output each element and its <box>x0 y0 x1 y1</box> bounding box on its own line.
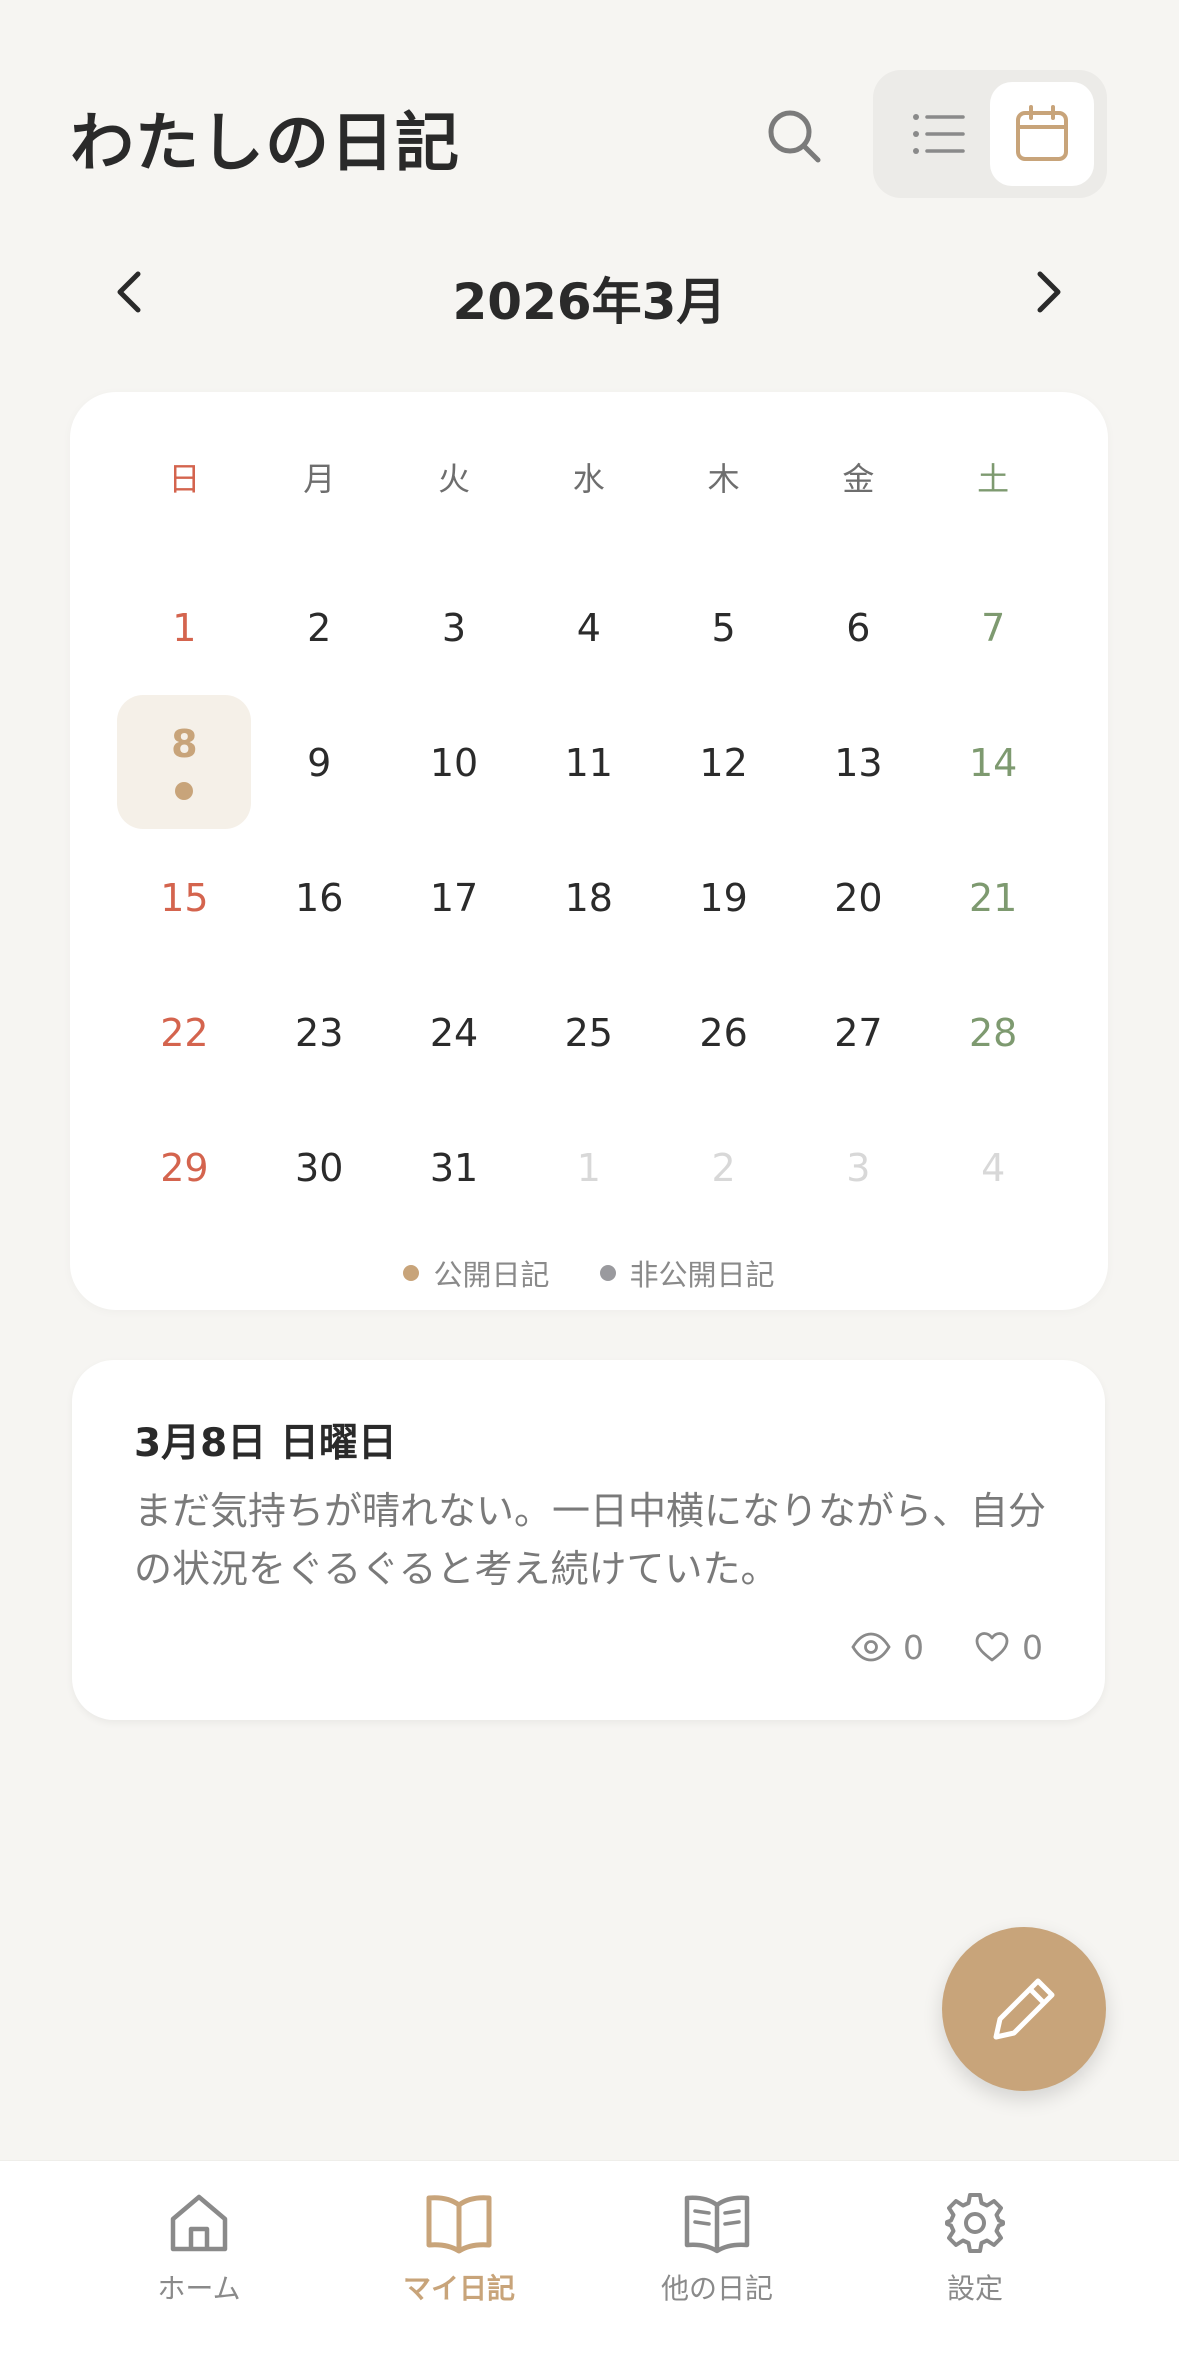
calendar-day[interactable]: 3 <box>387 560 522 695</box>
private-dot-icon <box>599 1265 616 1281</box>
calendar-card: 日 月 火 水 木 金 土 1 2 3 4 5 6 7 8 9 10 11 12… <box>70 392 1108 1310</box>
calendar-day[interactable]: 14 <box>926 695 1061 830</box>
calendar-day[interactable]: 4 <box>521 560 656 695</box>
book-open-icon <box>426 2195 492 2254</box>
chevron-right-icon <box>1037 271 1061 313</box>
legend-private-label: 非公開日記 <box>629 1258 775 1292</box>
nav-label-home: ホーム <box>157 2272 241 2305</box>
nav-label-my-diary: マイ日記 <box>402 2272 515 2305</box>
calendar-day[interactable]: 17 <box>387 830 522 965</box>
calendar-day[interactable]: 10 <box>387 695 522 830</box>
calendar-legend: 公開日記 非公開日記 <box>70 1248 1108 1298</box>
calendar-day-next-month: 3 <box>846 1145 871 1190</box>
weekday-sunday: 日 <box>168 460 201 498</box>
nav-item-other-diaries[interactable]: 他の日記 <box>617 2191 817 2321</box>
view-count: 0 <box>851 1628 924 1667</box>
calendar-day[interactable]: 13 <box>791 695 926 830</box>
page-title: わたしの日記 <box>70 107 460 181</box>
calendar-day[interactable]: 11 <box>521 695 656 830</box>
nav-item-home[interactable]: ホーム <box>99 2191 299 2321</box>
gear-icon <box>945 2193 1005 2253</box>
month-navigation: 2026年3月 <box>0 240 1179 340</box>
calendar-day[interactable]: 27 <box>791 965 926 1100</box>
calendar-day[interactable]: 25 <box>521 965 656 1100</box>
calendar-day[interactable]: 15 <box>117 830 252 965</box>
calendar-day-next-month: 4 <box>981 1145 1006 1190</box>
book-open-lines-icon <box>684 2195 750 2254</box>
new-entry-button[interactable] <box>942 1927 1106 2091</box>
calendar-day-number: 8 <box>171 721 198 766</box>
weekday-thursday: 木 <box>707 460 740 498</box>
pencil-icon <box>993 1978 1055 2040</box>
like-count[interactable]: 0 <box>974 1628 1043 1667</box>
calendar-day[interactable]: 6 <box>791 560 926 695</box>
legend-public-label: 公開日記 <box>433 1258 550 1292</box>
weekday-wednesday: 水 <box>572 460 605 498</box>
list-view-button[interactable] <box>887 82 991 186</box>
list-icon <box>913 114 965 154</box>
calendar-day[interactable]: 26 <box>656 965 791 1100</box>
calendar-day[interactable]: 16 <box>252 830 387 965</box>
eye-icon <box>851 1632 891 1662</box>
calendar-day[interactable]: 31 <box>387 1100 522 1235</box>
heart-icon <box>975 1632 1009 1662</box>
search-icon <box>768 110 821 163</box>
public-entry-dot <box>175 782 193 800</box>
calendar-day[interactable]: 21 <box>926 830 1061 965</box>
nav-item-settings[interactable]: 設定 <box>875 2191 1075 2321</box>
calendar-day[interactable]: 12 <box>656 695 791 830</box>
calendar-day[interactable]: 29 <box>117 1100 252 1235</box>
calendar-day[interactable]: 28 <box>926 965 1061 1100</box>
nav-label-settings: 設定 <box>946 2272 1003 2305</box>
calendar-day[interactable]: 2 <box>252 560 387 695</box>
calendar-day[interactable]: 20 <box>791 830 926 965</box>
public-dot-icon <box>403 1265 420 1281</box>
next-month-button[interactable] <box>1016 260 1080 324</box>
home-icon <box>170 2194 228 2252</box>
calendar-icon <box>1016 105 1068 161</box>
like-count-value: 0 <box>1022 1627 1043 1667</box>
weekday-monday: 月 <box>303 460 336 498</box>
diary-entry-card[interactable]: 3月8日 日曜日 まだ気持ちが晴れない。一日中横になりながら、自分の状況をぐるぐ… <box>72 1360 1105 1720</box>
calendar-day[interactable]: 1 <box>117 560 252 695</box>
weekday-tuesday: 火 <box>437 460 470 498</box>
calendar-day[interactable]: 22 <box>117 965 252 1100</box>
calendar-day[interactable]: 9 <box>252 695 387 830</box>
calendar-day[interactable]: 5 <box>656 560 791 695</box>
calendar-day-next-month: 2 <box>711 1145 736 1190</box>
calendar-day[interactable]: 18 <box>521 830 656 965</box>
view-toggle <box>873 70 1107 198</box>
calendar-day[interactable]: 19 <box>656 830 791 965</box>
bottom-navigation: ホーム マイ日記 他の日記 設定 <box>0 2160 1179 2358</box>
calendar-day[interactable]: 24 <box>387 965 522 1100</box>
calendar-view-button[interactable] <box>990 82 1094 186</box>
calendar-day-next-month: 1 <box>576 1145 601 1190</box>
weekday-saturday: 土 <box>977 460 1010 498</box>
nav-item-my-diary[interactable]: マイ日記 <box>359 2191 559 2321</box>
search-button[interactable] <box>758 100 832 174</box>
calendar-day[interactable]: 23 <box>252 965 387 1100</box>
nav-label-other-diaries: 他の日記 <box>660 2272 773 2305</box>
weekday-friday: 金 <box>842 460 875 498</box>
legend-private: 非公開日記 <box>599 1252 775 1294</box>
view-count-value: 0 <box>903 1627 924 1667</box>
calendar-day[interactable]: 30 <box>252 1100 387 1235</box>
entry-stats: 0 0 <box>851 1622 1043 1672</box>
header: わたしの日記 <box>0 0 1179 230</box>
entry-date: 3月8日 日曜日 <box>134 1421 397 1466</box>
entry-text: まだ気持ちが晴れない。一日中横になりながら、自分の状況をぐるぐると考え続けていた… <box>134 1489 1047 1591</box>
month-label: 2026年3月 <box>452 273 727 331</box>
legend-public: 公開日記 <box>403 1252 550 1294</box>
calendar-day[interactable]: 7 <box>926 560 1061 695</box>
weekday-header: 日 月 火 水 木 金 土 <box>117 432 1061 522</box>
calendar-grid: 1 2 3 4 5 6 7 8 9 10 11 12 13 14 15 16 1… <box>117 560 1061 1235</box>
calendar-day-selected[interactable]: 8 <box>117 695 252 830</box>
